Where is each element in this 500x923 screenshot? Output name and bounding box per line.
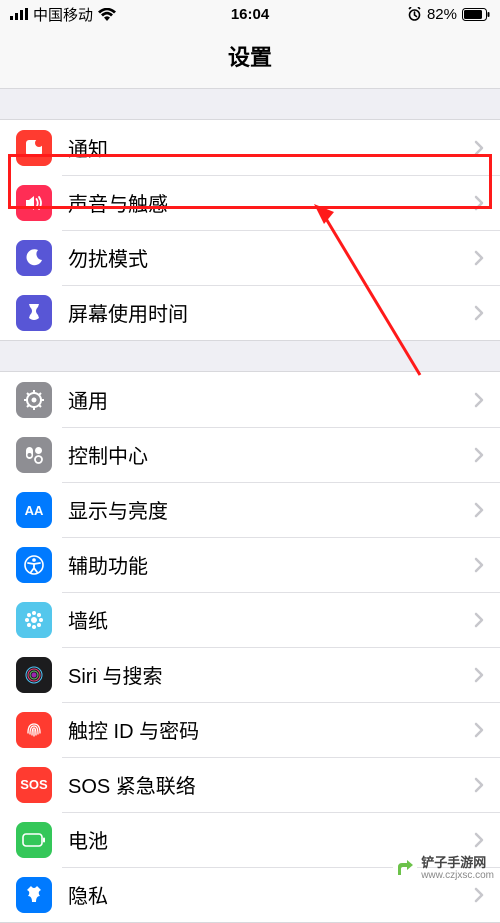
row-general[interactable]: 通用 xyxy=(0,372,500,427)
row-label: 辅助功能 xyxy=(68,550,474,579)
row-label: 电池 xyxy=(68,825,474,854)
accessibility-icon xyxy=(16,547,52,583)
row-label: 勿扰模式 xyxy=(68,243,474,272)
row-siri[interactable]: Siri 与搜索 xyxy=(0,647,500,702)
row-sounds[interactable]: 声音与触感 xyxy=(0,175,500,230)
sos-icon: SOS xyxy=(16,767,52,803)
row-label: 通知 xyxy=(68,133,474,162)
row-screentime[interactable]: 屏幕使用时间 xyxy=(0,285,500,340)
row-label: 屏幕使用时间 xyxy=(68,298,474,327)
watermark-icon xyxy=(393,856,417,880)
screentime-icon xyxy=(16,295,52,331)
row-label: 通用 xyxy=(68,385,474,414)
dnd-icon xyxy=(16,240,52,276)
battery-icon xyxy=(16,822,52,858)
row-label: Siri 与搜索 xyxy=(68,660,474,689)
row-label: 触控 ID 与密码 xyxy=(68,715,474,744)
touchid-icon xyxy=(16,712,52,748)
page-title: 设置 xyxy=(0,28,500,89)
privacy-icon xyxy=(16,877,52,913)
chevron-right-icon xyxy=(474,612,484,628)
notifications-icon xyxy=(16,130,52,166)
watermark: 铲子手游网 www.czjxsc.com xyxy=(393,856,494,881)
chevron-right-icon xyxy=(474,667,484,683)
chevron-right-icon xyxy=(474,140,484,156)
row-sos[interactable]: SOS SOS 紧急联络 xyxy=(0,757,500,812)
chevron-right-icon xyxy=(474,392,484,408)
settings-section-2: 通用 控制中心 AA 显示与亮度 辅助功能 墙纸 Siri 与搜索 xyxy=(0,371,500,923)
row-label: 显示与亮度 xyxy=(68,495,474,524)
status-left: 中国移动 xyxy=(10,4,116,25)
row-wallpaper[interactable]: 墙纸 xyxy=(0,592,500,647)
chevron-right-icon xyxy=(474,777,484,793)
general-icon xyxy=(16,382,52,418)
row-label: 墙纸 xyxy=(68,605,474,634)
chevron-right-icon xyxy=(474,887,484,903)
row-display[interactable]: AA 显示与亮度 xyxy=(0,482,500,537)
chevron-right-icon xyxy=(474,447,484,463)
siri-icon xyxy=(16,657,52,693)
sos-text: SOS xyxy=(20,777,47,792)
row-accessibility[interactable]: 辅助功能 xyxy=(0,537,500,592)
row-dnd[interactable]: 勿扰模式 xyxy=(0,230,500,285)
wifi-icon xyxy=(98,8,116,21)
chevron-right-icon xyxy=(474,832,484,848)
carrier-label: 中国移动 xyxy=(33,4,93,25)
chevron-right-icon xyxy=(474,502,484,518)
chevron-right-icon xyxy=(474,305,484,321)
row-label: 声音与触感 xyxy=(68,188,474,217)
alarm-icon xyxy=(407,7,422,21)
status-right: 82% xyxy=(407,6,490,23)
chevron-right-icon xyxy=(474,250,484,266)
sounds-icon xyxy=(16,185,52,221)
signal-icon xyxy=(10,8,28,20)
watermark-text: 铲子手游网 www.czjxsc.com xyxy=(421,856,494,881)
row-label: 隐私 xyxy=(68,880,474,909)
status-bar: 中国移动 16:04 82% xyxy=(0,0,500,28)
status-time: 16:04 xyxy=(231,6,269,23)
chevron-right-icon xyxy=(474,195,484,211)
svg-text:AA: AA xyxy=(25,503,44,518)
display-icon: AA xyxy=(16,492,52,528)
row-controlcenter[interactable]: 控制中心 xyxy=(0,427,500,482)
wallpaper-icon xyxy=(16,602,52,638)
row-label: SOS 紧急联络 xyxy=(68,770,474,799)
settings-section-1: 通知 声音与触感 勿扰模式 屏幕使用时间 xyxy=(0,119,500,341)
controlcenter-icon xyxy=(16,437,52,473)
battery-icon xyxy=(462,8,490,21)
row-touchid[interactable]: 触控 ID 与密码 xyxy=(0,702,500,757)
row-notifications[interactable]: 通知 xyxy=(0,120,500,175)
chevron-right-icon xyxy=(474,557,484,573)
row-label: 控制中心 xyxy=(68,440,474,469)
battery-pct: 82% xyxy=(427,6,457,23)
chevron-right-icon xyxy=(474,722,484,738)
